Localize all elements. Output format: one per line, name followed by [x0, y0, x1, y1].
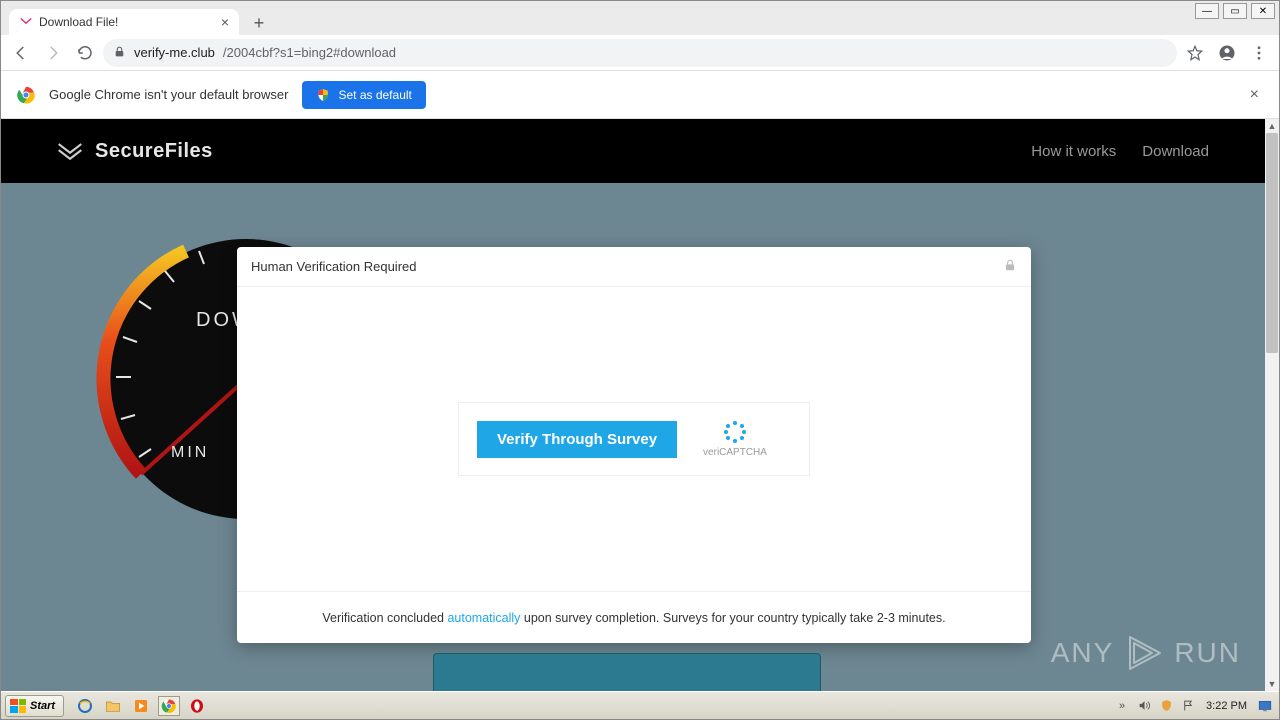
- taskbar-media-icon[interactable]: [130, 696, 152, 716]
- taskbar-explorer-icon[interactable]: [102, 696, 124, 716]
- lock-icon: [1003, 258, 1017, 275]
- chrome-icon: [17, 86, 35, 104]
- profile-avatar-icon[interactable]: [1213, 39, 1241, 67]
- taskbar-clock[interactable]: 3:22 PM: [1206, 700, 1247, 712]
- tray-flag-icon[interactable]: [1180, 698, 1196, 714]
- default-browser-infobar: Google Chrome isn't your default browser…: [1, 71, 1279, 119]
- taskbar: Start » 3:22 PM: [1, 691, 1279, 719]
- nav-download[interactable]: Download: [1142, 143, 1209, 160]
- reload-button[interactable]: [71, 39, 99, 67]
- taskbar-chrome-icon[interactable]: [158, 696, 180, 716]
- site-nav: How it works Download: [1031, 143, 1209, 160]
- new-tab-button[interactable]: +: [247, 11, 271, 35]
- page-viewport: SecureFiles How it works Download: [1, 119, 1265, 691]
- captcha-brand-text: veriCAPTCHA: [703, 447, 767, 458]
- nav-how-it-works[interactable]: How it works: [1031, 143, 1116, 160]
- forward-button[interactable]: [39, 39, 67, 67]
- url-host: verify-me.club: [134, 45, 215, 60]
- chevrons-down-icon: [57, 142, 83, 160]
- address-bar[interactable]: verify-me.club/2004cbf?s1=bing2#download: [103, 39, 1177, 67]
- browser-tab[interactable]: Download File! ×: [9, 9, 239, 35]
- modal-footer-auto: automatically: [447, 611, 520, 625]
- set-default-button[interactable]: Set as default: [302, 81, 425, 109]
- site-header: SecureFiles How it works Download: [1, 119, 1265, 183]
- infobar-text: Google Chrome isn't your default browser: [49, 87, 288, 102]
- window-maximize-button[interactable]: ▭: [1223, 3, 1247, 19]
- scrollbar-thumb[interactable]: [1266, 133, 1278, 353]
- windows-flag-icon: [10, 699, 26, 713]
- verification-modal: Human Verification Required Verify Throu…: [237, 247, 1031, 643]
- scroll-down-icon[interactable]: ▼: [1265, 677, 1279, 691]
- vertical-scrollbar[interactable]: ▲ ▼: [1265, 119, 1279, 691]
- tray-show-desktop-icon[interactable]: [1257, 698, 1273, 714]
- tab-close-icon[interactable]: ×: [221, 14, 229, 30]
- url-path: /2004cbf?s1=bing2#download: [223, 45, 396, 60]
- spinner-icon: [724, 421, 746, 443]
- modal-title: Human Verification Required: [251, 259, 416, 274]
- infobar-close-icon[interactable]: ×: [1246, 82, 1263, 108]
- tray-expand-icon[interactable]: »: [1114, 698, 1130, 714]
- anyrun-watermark: ANY RUN: [1051, 633, 1241, 673]
- kebab-menu-icon[interactable]: [1245, 39, 1273, 67]
- verify-survey-button[interactable]: Verify Through Survey: [477, 421, 677, 458]
- start-button[interactable]: Start: [5, 695, 64, 717]
- taskbar-ie-icon[interactable]: [74, 696, 96, 716]
- gauge-label-min: MIN: [171, 444, 209, 462]
- set-default-label: Set as default: [338, 88, 411, 102]
- play-outline-icon: [1124, 633, 1164, 673]
- shield-icon: [316, 88, 330, 102]
- site-logo[interactable]: SecureFiles: [57, 140, 213, 163]
- captcha-widget: Verify Through Survey veriCAPTCHA: [458, 402, 810, 476]
- modal-footer: Verification concluded automatically upo…: [237, 591, 1031, 643]
- tray-volume-icon[interactable]: [1136, 698, 1152, 714]
- scroll-up-icon[interactable]: ▲: [1265, 119, 1279, 133]
- download-cta-button[interactable]: [433, 653, 821, 691]
- system-tray: » 3:22 PM: [1108, 698, 1279, 714]
- lock-icon: [113, 45, 126, 61]
- start-label: Start: [30, 700, 55, 712]
- tab-title: Download File!: [39, 15, 215, 29]
- captcha-brand: veriCAPTCHA: [703, 421, 767, 458]
- tab-favicon-icon: [19, 15, 33, 29]
- tray-security-icon[interactable]: [1158, 698, 1174, 714]
- browser-toolbar: verify-me.club/2004cbf?s1=bing2#download: [1, 35, 1279, 71]
- tab-strip: Download File! × +: [9, 9, 1209, 35]
- bookmark-star-icon[interactable]: [1181, 39, 1209, 67]
- site-brand-text: SecureFiles: [95, 140, 213, 163]
- back-button[interactable]: [7, 39, 35, 67]
- window-close-button[interactable]: ✕: [1251, 3, 1275, 19]
- taskbar-opera-icon[interactable]: [186, 696, 208, 716]
